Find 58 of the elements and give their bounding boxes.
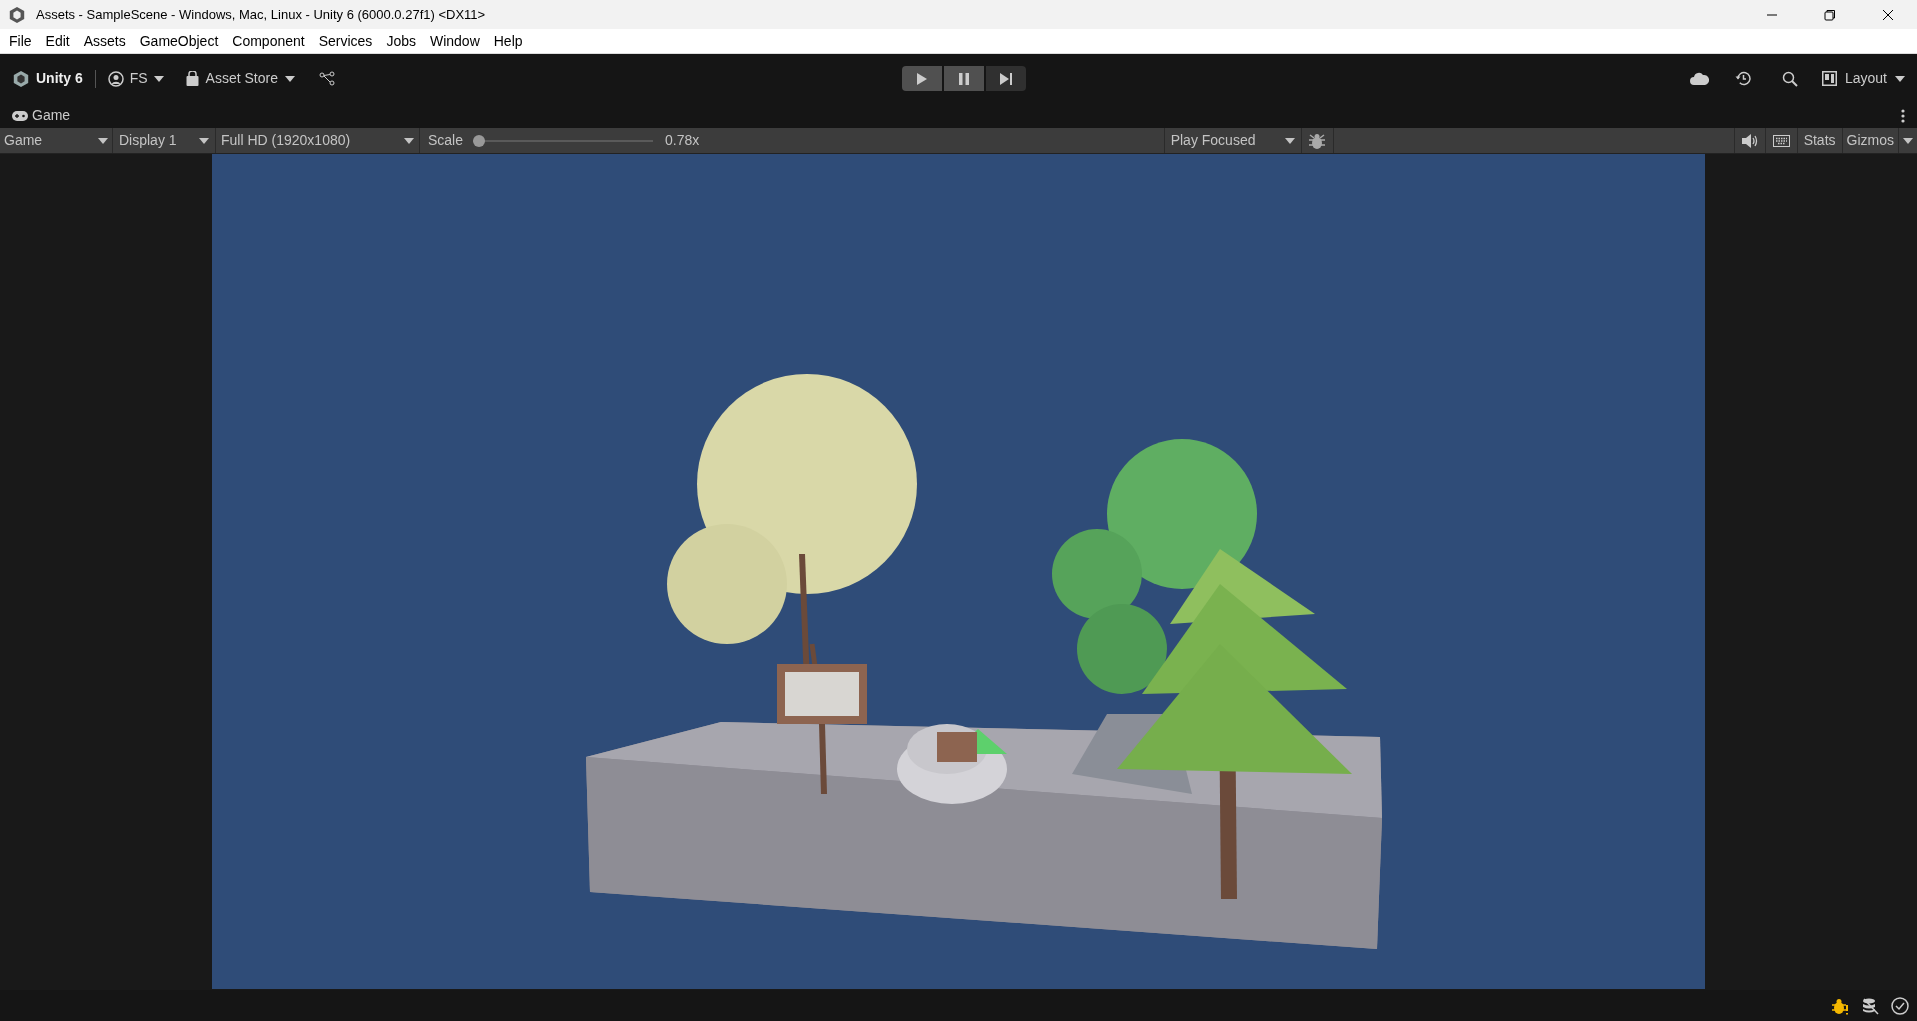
cloud-icon[interactable] xyxy=(1689,72,1709,85)
unity-logo-icon xyxy=(12,69,30,88)
version-control-icon[interactable] xyxy=(318,70,335,87)
more-options-icon[interactable] xyxy=(1901,108,1905,123)
menu-item[interactable]: GameObject xyxy=(132,30,226,52)
menu-item[interactable]: File xyxy=(2,30,39,52)
caret-icon xyxy=(153,75,164,82)
play-icon xyxy=(917,72,927,85)
stats-button[interactable]: Stats xyxy=(1797,128,1843,153)
pause-icon xyxy=(959,72,969,85)
resolution-dropdown[interactable]: Full HD (1920x1080) xyxy=(216,128,420,153)
brand-label: Unity 6 xyxy=(36,69,83,88)
menu-item[interactable]: Help xyxy=(486,30,530,52)
menu-item[interactable]: Jobs xyxy=(379,30,423,52)
caret-icon xyxy=(404,137,414,144)
slider-thumb[interactable] xyxy=(473,134,486,147)
menu-item[interactable]: Assets xyxy=(76,30,133,52)
display-dropdown[interactable]: Display 1 xyxy=(113,128,216,153)
restore-icon xyxy=(1824,8,1836,21)
step-button[interactable] xyxy=(986,66,1026,91)
layout-dropdown[interactable]: Layout xyxy=(1821,68,1905,89)
bug-warning-icon[interactable] xyxy=(1831,996,1849,1015)
scale-slider[interactable] xyxy=(473,134,654,147)
caret-icon xyxy=(1903,137,1913,144)
bug-icon xyxy=(1308,131,1327,150)
pause-button[interactable] xyxy=(944,66,984,91)
asset-store-dropdown[interactable]: Asset Store xyxy=(185,68,295,89)
caret-icon xyxy=(98,137,108,144)
menu-item[interactable]: Services xyxy=(311,30,380,52)
menu-item[interactable]: Component xyxy=(225,30,312,52)
gizmos-button[interactable]: Gizmos xyxy=(1842,128,1899,153)
account-dropdown[interactable]: FS xyxy=(107,68,164,89)
caret-icon xyxy=(284,75,295,82)
menu-item[interactable]: Window xyxy=(422,30,487,52)
unity-logo-icon xyxy=(8,5,26,24)
caret-icon xyxy=(199,137,209,144)
step-icon xyxy=(1000,72,1012,85)
play-button[interactable] xyxy=(902,66,942,91)
window-title: Assets - SampleScene - Windows, Mac, Linux - Unity 6 (6000.0.27f1) <DX11> xyxy=(36,5,486,24)
gamepad-icon xyxy=(12,110,28,121)
caret-icon xyxy=(1284,137,1295,144)
layout-icon xyxy=(1821,71,1837,86)
speaker-icon xyxy=(1741,133,1758,148)
check-circle-icon[interactable] xyxy=(1891,996,1909,1015)
close-icon xyxy=(1882,8,1894,21)
audio-button[interactable] xyxy=(1733,128,1766,153)
history-icon[interactable] xyxy=(1734,70,1752,87)
game-tab[interactable]: Game xyxy=(12,105,71,126)
scale-reading: 0.78x xyxy=(665,131,700,150)
search-icon[interactable] xyxy=(1781,70,1798,87)
user-icon xyxy=(107,70,124,87)
view-dropdown[interactable]: Game xyxy=(0,128,113,153)
caret-icon xyxy=(1895,75,1905,82)
scale-label: Scale xyxy=(428,131,464,150)
shopping-bag-icon xyxy=(185,71,199,86)
play-mode-dropdown[interactable]: Play Focused xyxy=(1163,128,1302,153)
menu-item[interactable]: Edit xyxy=(38,30,77,52)
keyboard-icon xyxy=(1772,134,1790,147)
